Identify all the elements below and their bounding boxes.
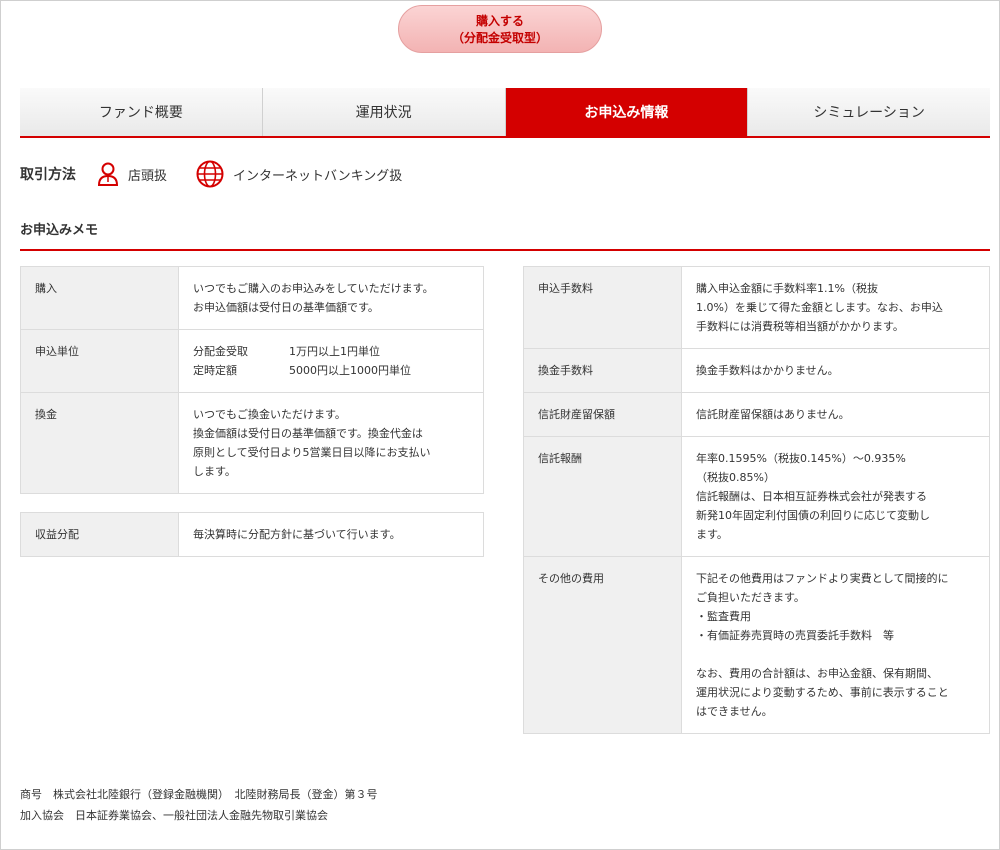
table-row: 換金手数料 換金手数料はかかりません。 [523,348,990,393]
redemption-line: いつでもご換金いただけます。 [193,408,346,421]
fee-line: 購入申込金額に手数料率1.1%（税抜 [696,282,878,295]
unit-header: 申込単位 [20,329,179,393]
trust-reserve-line: 信託財産留保額はありません。 [696,408,850,421]
trust-reserve-value: 信託財産留保額はありません。 [681,392,990,437]
fee-header: 申込手数料 [523,266,682,349]
redemption-fee-value: 換金手数料はかかりません。 [681,348,990,393]
fee-line: 1.0%）を乗じて得た金額とします。なお、お申込 [696,301,943,314]
redemption-fee-line: 換金手数料はかかりません。 [696,364,839,377]
other-cost-line: ・有価証券売買時の売買委託手数料 等 [696,629,894,642]
buy-button[interactable]: 購入する （分配金受取型） [398,5,602,53]
redemption-header: 換金 [20,392,179,494]
store-label: 店頭扱 [128,168,168,184]
trade-method-internet: インターネットバンキング扱 [195,159,402,189]
other-cost-header: その他の費用 [523,556,682,734]
unit-val: 5000円以上1000円単位 [289,364,411,377]
fee-line: 手数料には消費税等相当額がかかります。 [696,320,904,333]
table-row: その他の費用 下記その他費用はファンドより実費として間接的に ご負担いただきます… [523,556,990,734]
other-cost-line: なお、費用の合計額は、お申込金額、保有期間、 [696,667,938,680]
trust-fee-line: （税抜0.85%） [696,471,775,484]
trust-fee-value: 年率0.1595%（税抜0.145%）～0.935% （税抜0.85%） 信託報… [681,436,990,557]
purchase-header: 購入 [20,266,179,330]
redemption-value: いつでもご換金いただけます。 換金価額は受付日の基準価額です。換金代金は 原則と… [178,392,484,494]
other-cost-line: はできません。 [696,705,773,718]
other-cost-line: ・監査費用 [696,610,751,623]
trust-fee-header: 信託報酬 [523,436,682,557]
unit-key: 定時定額 [193,364,237,377]
page: 購入する （分配金受取型） ファンド概要 運用状況 お申込み情報 シミュレーショ… [0,0,1000,850]
memo-title: お申込みメモ [20,219,990,251]
distribution-table: 収益分配 毎決算時に分配方針に基づいて行います。 [20,512,484,557]
trade-method-label: 取引方法 [20,167,76,183]
distribution-value: 毎決算時に分配方針に基づいて行います。 [178,512,484,557]
redemption-line: します。 [193,465,236,478]
tab-bar: ファンド概要 運用状況 お申込み情報 シミュレーション [20,88,990,138]
trust-fee-line: 年率0.1595%（税抜0.145%）～0.935% [696,452,906,465]
tab-application-info[interactable]: お申込み情報 [505,88,749,136]
redemption-line: 換金価額は受付日の基準価額です。換金代金は [193,427,423,440]
buy-button-line1: 購入する [475,14,524,28]
tab-fund-overview[interactable]: ファンド概要 [20,88,263,136]
purchase-value: いつでもご購入のお申込みをしていただけます。 お申込価額は受付日の基準価額です。 [178,266,484,330]
trust-fee-line: 信託報酬は、日本相互証券株式会社が発表する [696,490,927,503]
unit-key: 分配金受取 [193,345,248,358]
tab-simulation[interactable]: シミュレーション [748,88,990,136]
distribution-line: 毎決算時に分配方針に基づいて行います。 [193,528,401,541]
table-row: 信託財産留保額 信託財産留保額はありません。 [523,392,990,437]
table-row: 申込単位 分配金受取 1万円以上1円単位 定時定額 5000円以上1000円単位 [20,329,484,393]
other-cost-line [696,645,975,664]
other-cost-line: 下記その他費用はファンドより実費として間接的に [696,572,949,585]
person-icon [97,162,119,186]
other-cost-line: 運用状況により変動するため、事前に表示すること [696,686,949,699]
table-row: 換金 いつでもご換金いただけます。 換金価額は受付日の基準価額です。換金代金は … [20,392,484,494]
footer: 商号 株式会社北陸銀行（登録金融機関） 北陸財務局長（登金）第３号 加入協会 日… [20,784,378,826]
unit-row: 定時定額 5000円以上1000円単位 [193,361,469,380]
buy-button-line2: （分配金受取型） [451,31,548,45]
redemption-fee-header: 換金手数料 [523,348,682,393]
trade-method: 取引方法 店頭扱 インターネットバンキング扱 [20,159,430,189]
unit-val: 1万円以上1円単位 [289,345,380,358]
table-row: 申込手数料 購入申込金額に手数料率1.1%（税抜 1.0%）を乗じて得た金額とし… [523,266,990,349]
footer-company: 商号 株式会社北陸銀行（登録金融機関） 北陸財務局長（登金）第３号 [20,788,378,801]
left-info-table: 購入 いつでもご購入のお申込みをしていただけます。 お申込価額は受付日の基準価額… [20,266,484,494]
tab-performance[interactable]: 運用状況 [262,88,506,136]
purchase-line: いつでもご購入のお申込みをしていただけます。 [193,282,434,295]
trust-fee-line: ます。 [696,528,728,541]
fee-value: 購入申込金額に手数料率1.1%（税抜 1.0%）を乗じて得た金額とします。なお、… [681,266,990,349]
trust-fee-line: 新発10年固定利付国債の利回りに応じて変動し [696,509,930,522]
redemption-line: 原則として受付日より5営業日目以降にお支払い [193,446,431,459]
right-info-table: 申込手数料 購入申込金額に手数料率1.1%（税抜 1.0%）を乗じて得た金額とし… [523,266,990,734]
table-row: 収益分配 毎決算時に分配方針に基づいて行います。 [20,512,484,557]
internet-label: インターネットバンキング扱 [233,168,403,184]
unit-row: 分配金受取 1万円以上1円単位 [193,342,469,361]
other-cost-value: 下記その他費用はファンドより実費として間接的に ご負担いただきます。 ・監査費用… [681,556,990,734]
distribution-header: 収益分配 [20,512,179,557]
globe-icon [196,160,224,188]
table-row: 信託報酬 年率0.1595%（税抜0.145%）～0.935% （税抜0.85%… [523,436,990,557]
purchase-line: お申込価額は受付日の基準価額です。 [193,301,379,314]
footer-associations: 加入協会 日本証券業協会、一般社団法人金融先物取引業協会 [20,809,328,822]
trust-reserve-header: 信託財産留保額 [523,392,682,437]
trade-method-store: 店頭扱 [96,161,167,187]
unit-value: 分配金受取 1万円以上1円単位 定時定額 5000円以上1000円単位 [178,329,484,393]
table-row: 購入 いつでもご購入のお申込みをしていただけます。 お申込価額は受付日の基準価額… [20,266,484,330]
buy-area: 購入する （分配金受取型） [1,5,999,53]
other-cost-line: ご負担いただきます。 [696,591,805,604]
